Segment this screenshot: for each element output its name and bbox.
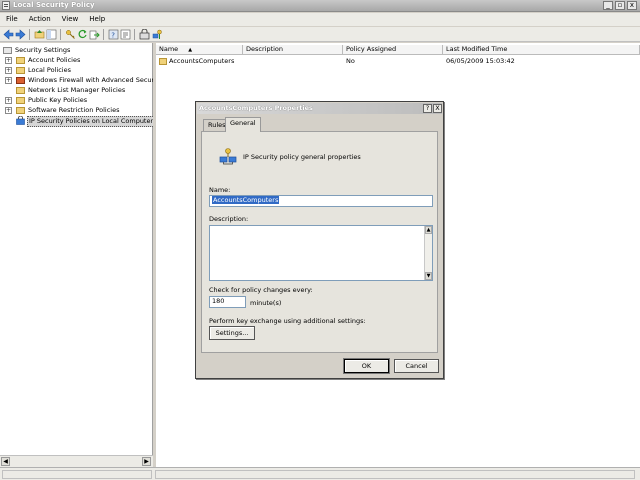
svg-text:?: ? <box>111 32 115 40</box>
column-header-policy-assigned[interactable]: Policy Assigned <box>343 45 443 55</box>
menu-view[interactable]: View <box>56 13 84 23</box>
scroll-right-icon[interactable]: ▶ <box>142 457 151 466</box>
expand-toggle[interactable]: + <box>5 97 12 104</box>
general-tab-panel: IP Security policy general properties Na… <box>201 131 438 353</box>
firewall-icon <box>16 77 25 84</box>
menu-file[interactable]: File <box>0 13 23 23</box>
ok-button[interactable]: OK <box>343 358 390 374</box>
ip-policy-properties-icon <box>219 148 237 165</box>
description-label: Description: <box>209 215 249 223</box>
properties-icon[interactable] <box>120 29 131 40</box>
description-field[interactable]: ▲ ▼ <box>209 225 433 281</box>
tree-item-software-restriction[interactable]: + Software Restriction Policies <box>0 106 150 116</box>
tree-item-windows-firewall[interactable]: + Windows Firewall with Advanced Securit… <box>0 76 162 86</box>
interval-input[interactable]: 180 <box>209 296 246 308</box>
tree-item-local-policies[interactable]: + Local Policies <box>0 66 150 76</box>
cancel-button[interactable]: Cancel <box>394 359 439 373</box>
toolbar-separator <box>60 29 61 40</box>
toolbar-separator <box>29 29 30 40</box>
settings-button[interactable]: Settings... <box>209 326 255 340</box>
folder-icon <box>16 67 25 74</box>
tree-item-account-policies[interactable]: + Account Policies <box>0 56 150 66</box>
dialog-titlebar[interactable]: AccountsComputers Properties ? X <box>197 103 442 114</box>
name-field[interactable]: AccountsComputers <box>209 195 433 207</box>
ip-security-icon <box>16 116 25 125</box>
name-value: AccountsComputers <box>212 196 280 204</box>
general-header-text: IP Security policy general properties <box>243 153 361 161</box>
expand-toggle[interactable]: + <box>5 57 12 64</box>
minimize-button[interactable]: _ <box>603 1 613 10</box>
window-titlebar: Local Security Policy _ ▫ x <box>0 0 640 12</box>
interval-unit-label: minute(s) <box>250 299 282 307</box>
tree-item-network-list-manager[interactable]: Network List Manager Policies <box>0 86 150 96</box>
toolbar: ? <box>0 27 640 42</box>
name-label: Name: <box>209 186 231 194</box>
expand-toggle[interactable]: + <box>5 77 12 84</box>
close-button[interactable]: x <box>627 1 637 10</box>
status-cell <box>155 470 635 479</box>
status-bar <box>0 467 640 480</box>
row-assigned: No <box>346 57 355 65</box>
folder-icon <box>16 87 25 94</box>
scroll-left-icon[interactable]: ◀ <box>1 457 10 466</box>
menu-action[interactable]: Action <box>23 13 56 23</box>
back-icon[interactable] <box>3 29 14 40</box>
dialog-title: AccountsComputers Properties <box>199 104 313 112</box>
up-folder-icon[interactable] <box>34 29 45 40</box>
sort-ascending-icon: ▲ <box>188 47 193 53</box>
key-exchange-label: Perform key exchange using additional se… <box>209 317 366 325</box>
column-header-name[interactable]: Name ▲ <box>156 45 243 55</box>
properties-dialog: AccountsComputers Properties ? X Rules G… <box>195 101 444 379</box>
app-icon <box>2 1 10 10</box>
refresh-icon[interactable] <box>77 29 88 40</box>
scroll-up-icon[interactable]: ▲ <box>425 226 432 234</box>
tree-horizontal-scrollbar[interactable]: ◀ ▶ <box>0 455 153 467</box>
show-hide-tree-icon[interactable] <box>46 29 57 40</box>
scroll-down-icon[interactable]: ▼ <box>425 272 432 280</box>
window-title: Local Security Policy <box>13 1 95 9</box>
toolbar-separator <box>134 29 135 40</box>
dialog-close-button[interactable]: X <box>433 104 442 113</box>
tree-item-ip-security-policies[interactable]: IP Security Policies on Local Computer <box>0 116 156 127</box>
ip-policy-icon[interactable] <box>139 29 150 40</box>
export-icon[interactable] <box>89 29 100 40</box>
forward-icon[interactable] <box>15 29 26 40</box>
console-tree: Security Settings + Account Policies + L… <box>0 43 162 455</box>
row-name: AccountsComputers <box>169 57 235 65</box>
help-button[interactable]: ? <box>423 104 432 113</box>
expand-toggle[interactable]: + <box>5 67 12 74</box>
status-cell <box>2 470 152 479</box>
folder-icon <box>16 107 25 114</box>
toolbar-separator <box>103 29 104 40</box>
menu-bar: File Action View Help <box>0 13 640 26</box>
tree-item-public-key-policies[interactable]: + Public Key Policies <box>0 96 150 106</box>
policy-icon <box>159 58 167 65</box>
folder-icon <box>16 97 25 104</box>
help-icon[interactable]: ? <box>108 29 119 40</box>
column-header-last-modified[interactable]: Last Modified Time <box>443 45 640 55</box>
assign-policy-icon[interactable] <box>152 29 163 40</box>
folder-icon <box>16 57 25 64</box>
row-modified: 06/05/2009 15:03:42 <box>446 57 515 65</box>
table-row[interactable]: AccountsComputers No 06/05/2009 15:03:42 <box>156 57 636 67</box>
maximize-button[interactable]: ▫ <box>615 1 625 10</box>
tab-general[interactable]: General <box>225 117 261 132</box>
column-header-description[interactable]: Description <box>243 45 343 55</box>
key-icon[interactable] <box>65 29 76 40</box>
security-settings-icon <box>3 47 12 54</box>
expand-toggle[interactable]: + <box>5 107 12 114</box>
check-interval-label: Check for policy changes every: <box>209 286 313 294</box>
menu-help[interactable]: Help <box>83 13 110 23</box>
description-scrollbar[interactable]: ▲ ▼ <box>424 226 432 280</box>
